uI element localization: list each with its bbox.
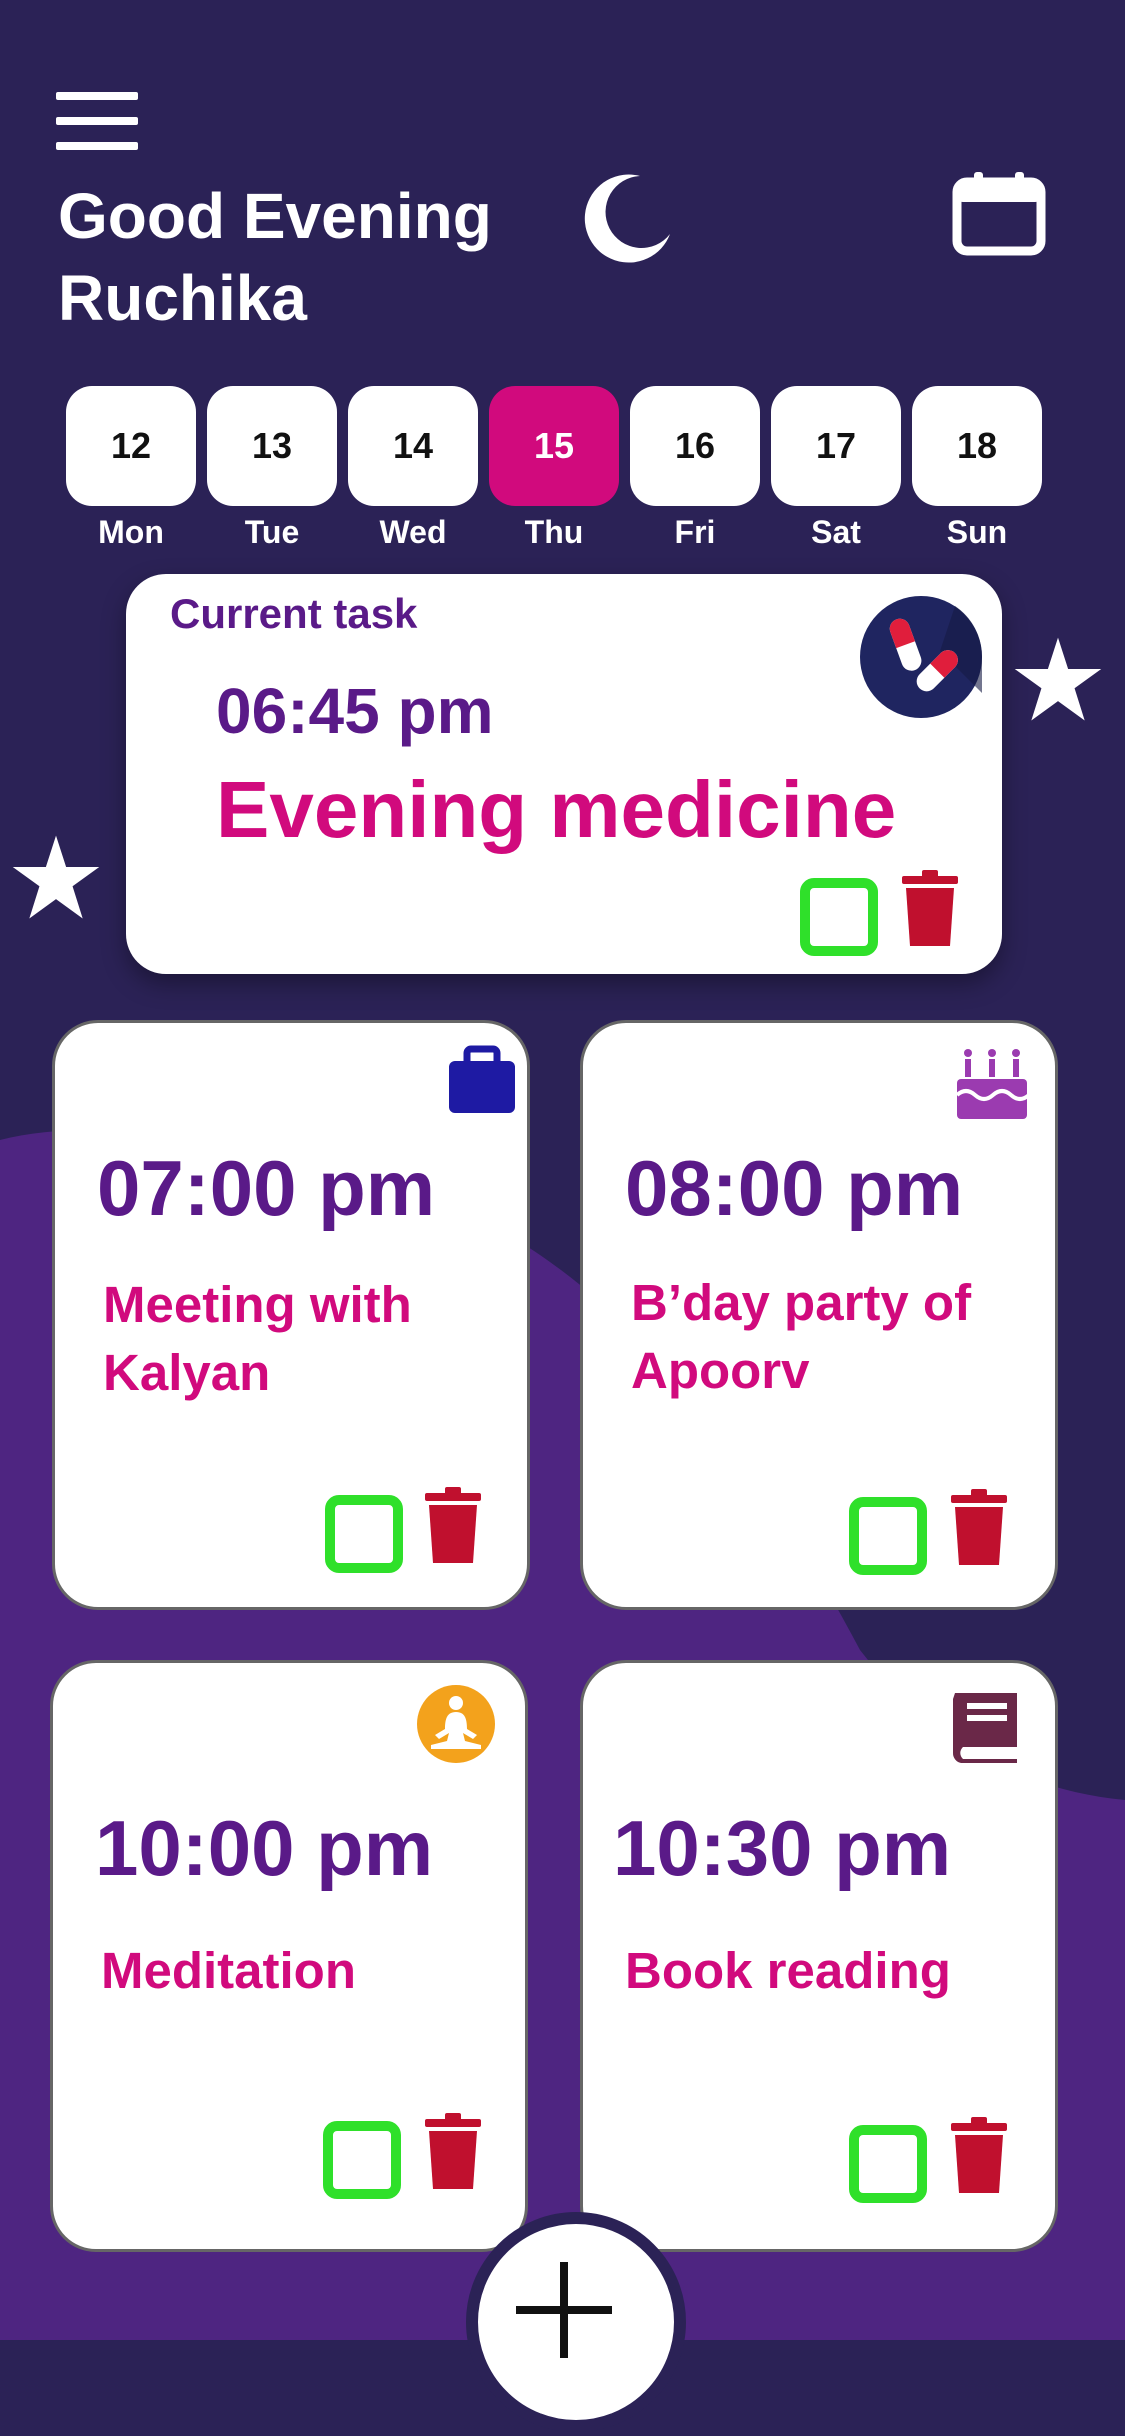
- day-fri[interactable]: 16 Fri: [630, 386, 760, 551]
- day-wed[interactable]: 14 Wed: [348, 386, 478, 551]
- delete-trash-icon[interactable]: [900, 870, 960, 946]
- complete-checkbox[interactable]: [323, 2121, 401, 2199]
- day-label: Sun: [946, 514, 1008, 550]
- complete-checkbox[interactable]: [325, 1495, 403, 1573]
- current-task-title: Current task: [170, 590, 418, 637]
- day-number: 17: [771, 386, 901, 506]
- task-name-line-1: Meditation: [101, 1942, 356, 1999]
- calendar-icon[interactable]: [952, 172, 1046, 256]
- briefcase-icon: [449, 1045, 515, 1113]
- day-label: Thu: [524, 514, 584, 550]
- task-card-meeting[interactable]: 07:00 pm Meeting with Kalyan: [52, 1020, 530, 1610]
- task-name-line-1: B’day party of: [631, 1274, 972, 1331]
- day-label: Wed: [379, 514, 447, 550]
- birthday-cake-icon: [955, 1049, 1031, 1119]
- task-time: 08:00 pm: [625, 1144, 964, 1232]
- plus-icon: [516, 2262, 612, 2358]
- menu-button[interactable]: [56, 92, 138, 152]
- task-card-reading[interactable]: 10:30 pm Book reading: [580, 1660, 1058, 2252]
- day-tue[interactable]: 13 Tue: [207, 386, 337, 551]
- menu-line: [56, 117, 138, 125]
- day-thu-selected[interactable]: 15 Thu: [489, 386, 619, 551]
- day-number: 12: [66, 386, 196, 506]
- task-name-line-2: Apoorv: [631, 1342, 810, 1399]
- day-number: 16: [630, 386, 760, 506]
- moon-icon: [584, 174, 670, 263]
- task-name: Meeting with Kalyan: [103, 1271, 503, 1407]
- day-label: Fri: [674, 514, 716, 550]
- delete-trash-icon[interactable]: [949, 2117, 1009, 2193]
- day-label: Tue: [244, 514, 300, 550]
- day-label: Sat: [811, 514, 861, 550]
- current-task-name: Evening medicine: [216, 765, 897, 854]
- task-time: 07:00 pm: [97, 1144, 436, 1232]
- user-name: Ruchika: [58, 262, 307, 334]
- menu-line: [56, 142, 138, 150]
- day-mon[interactable]: 12 Mon: [66, 386, 196, 551]
- star-icon: [1014, 637, 1102, 721]
- current-task-card[interactable]: Current task 06:45 pm Evening medicine: [126, 574, 1002, 974]
- greeting-line-1: Good Evening: [58, 180, 492, 252]
- task-name-line-1: Book reading: [625, 1942, 951, 1999]
- task-name-line-2: Kalyan: [103, 1344, 271, 1401]
- task-card-meditation[interactable]: 10:00 pm Meditation: [50, 1660, 528, 2252]
- book-icon: [952, 1693, 1017, 1763]
- task-name: Meditation: [101, 1937, 501, 2005]
- delete-trash-icon[interactable]: [423, 2113, 483, 2189]
- meditation-icon: [417, 1685, 495, 1763]
- task-name: B’day party of Apoorv: [631, 1269, 1031, 1405]
- greeting: Good Evening Ruchika: [58, 175, 492, 339]
- task-time: 10:30 pm: [613, 1804, 952, 1892]
- day-number: 15: [489, 386, 619, 506]
- task-name-line-1: Meeting with: [103, 1276, 412, 1333]
- star-icon: [12, 835, 100, 919]
- task-time: 10:00 pm: [95, 1804, 434, 1892]
- medicine-pill-icon: [860, 596, 982, 718]
- day-sat[interactable]: 17 Sat: [771, 386, 901, 551]
- complete-checkbox[interactable]: [849, 1497, 927, 1575]
- day-label: Mon: [98, 514, 164, 550]
- add-task-button[interactable]: [466, 2212, 686, 2432]
- menu-line: [56, 92, 138, 100]
- delete-trash-icon[interactable]: [423, 1487, 483, 1563]
- complete-checkbox[interactable]: [849, 2125, 927, 2203]
- complete-checkbox[interactable]: [800, 878, 878, 956]
- task-card-birthday[interactable]: 08:00 pm B’day party of Apoorv: [580, 1020, 1058, 1610]
- day-number: 14: [348, 386, 478, 506]
- day-sun[interactable]: 18 Sun: [912, 386, 1042, 551]
- day-number: 18: [912, 386, 1042, 506]
- current-task-time: 06:45 pm: [216, 675, 494, 747]
- task-name: Book reading: [625, 1937, 1025, 2005]
- day-number: 13: [207, 386, 337, 506]
- delete-trash-icon[interactable]: [949, 1489, 1009, 1565]
